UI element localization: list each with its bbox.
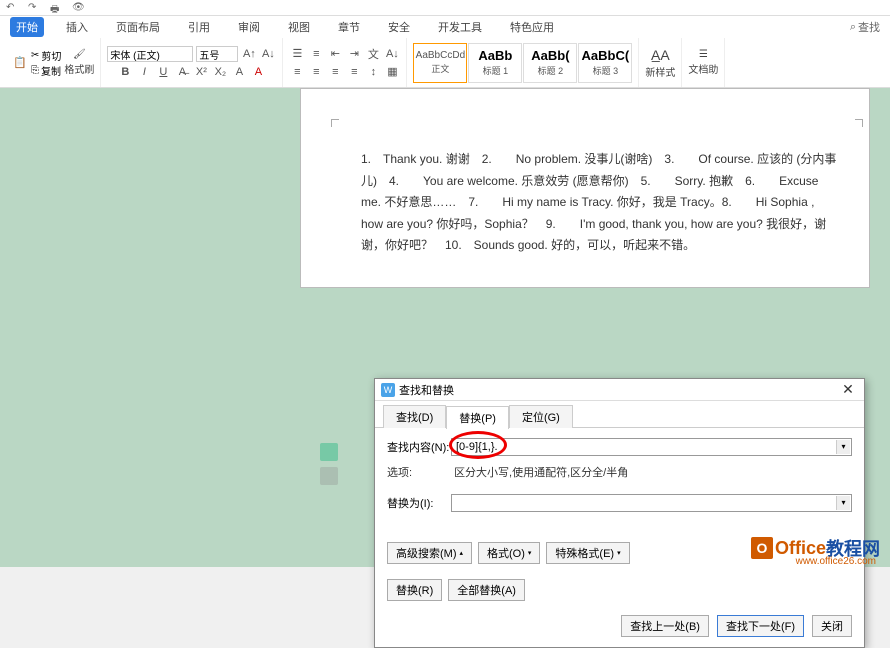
- underline-icon[interactable]: U: [155, 64, 171, 80]
- chevron-up-icon: ▴: [460, 549, 464, 557]
- preview-icon[interactable]: 👁: [72, 2, 84, 14]
- increase-font-icon[interactable]: A↑: [241, 46, 257, 62]
- back-icon[interactable]: ↶: [6, 2, 18, 14]
- highlight-icon[interactable]: A: [231, 64, 247, 80]
- doc-assist-button[interactable]: ☰ 文档助: [688, 49, 718, 76]
- sort-icon[interactable]: A↓: [384, 46, 400, 62]
- format-painter-button[interactable]: 🖌 格式刷: [64, 49, 94, 76]
- dialog-titlebar[interactable]: W 查找和替换 ✕: [375, 379, 864, 401]
- replace-all-button[interactable]: 全部替换(A): [448, 579, 525, 601]
- dialog-tab-find[interactable]: 查找(D): [383, 405, 446, 428]
- style-gallery[interactable]: AaBbCcDd 正文 AaBb 标题 1 AaBb( 标题 2 AaBbC( …: [413, 43, 632, 83]
- tab-feature[interactable]: 特色应用: [504, 17, 560, 37]
- doc-assist-icon: ☰: [699, 49, 708, 60]
- tab-review[interactable]: 审阅: [232, 17, 266, 37]
- options-value: 区分大小写,使用通配符,区分全/半角: [454, 467, 628, 479]
- side-tool-1[interactable]: [320, 443, 338, 461]
- tab-security[interactable]: 安全: [382, 17, 416, 37]
- italic-icon[interactable]: I: [136, 64, 152, 80]
- text-icon[interactable]: 文: [365, 46, 381, 62]
- find-next-button[interactable]: 查找下一处(F): [717, 615, 804, 637]
- shading-icon[interactable]: ▦: [384, 64, 400, 80]
- forward-icon[interactable]: ↷: [28, 2, 40, 14]
- document-area: 1. Thank you. 谢谢 2. No problem. 没事儿(谢啥) …: [0, 88, 890, 567]
- find-prev-button[interactable]: 查找上一处(B): [621, 615, 709, 637]
- paste-icon[interactable]: 📋: [12, 55, 28, 71]
- search-label: 查找: [858, 19, 880, 35]
- tab-start[interactable]: 开始: [10, 17, 44, 37]
- search-box[interactable]: ⌕ 查找: [850, 19, 880, 35]
- indent-dec-icon[interactable]: ⇤: [327, 46, 343, 62]
- format-button[interactable]: 格式(O)▾: [478, 542, 540, 564]
- style-h3[interactable]: AaBbC( 标题 3: [578, 43, 632, 83]
- office-logo-icon: O: [751, 537, 773, 559]
- side-tools: [320, 443, 338, 485]
- cut-icon[interactable]: ✂: [31, 50, 39, 61]
- margin-corner-icon: [331, 119, 339, 127]
- style-h2[interactable]: AaBb( 标题 2: [523, 43, 577, 83]
- quick-access-toolbar: ↶ ↷ 🖶 👁: [0, 0, 890, 16]
- replace-with-label: 替换为(I):: [387, 495, 451, 511]
- new-style-icon: A̲A: [651, 47, 670, 63]
- margin-corner-r-icon: [855, 119, 863, 127]
- font-name-select[interactable]: 宋体 (正文): [107, 46, 193, 62]
- replace-button[interactable]: 替换(R): [387, 579, 442, 601]
- dialog-tab-goto[interactable]: 定位(G): [509, 405, 573, 428]
- align-left-icon[interactable]: ≡: [289, 64, 305, 80]
- copy-label: 复制: [41, 63, 61, 78]
- align-right-icon[interactable]: ≡: [327, 64, 343, 80]
- close-icon[interactable]: ✕: [838, 381, 858, 398]
- align-center-icon[interactable]: ≡: [308, 64, 324, 80]
- print-icon[interactable]: 🖶: [50, 2, 62, 14]
- dialog-title: 查找和替换: [399, 382, 454, 398]
- tab-view[interactable]: 视图: [282, 17, 316, 37]
- dialog-icon: W: [381, 383, 395, 397]
- tab-layout[interactable]: 页面布局: [110, 17, 166, 37]
- copy-icon[interactable]: ⎘: [31, 65, 39, 76]
- close-button[interactable]: 关闭: [812, 615, 852, 637]
- dialog-tab-replace[interactable]: 替换(P): [446, 406, 509, 429]
- document-body-text[interactable]: 1. Thank you. 谢谢 2. No problem. 没事儿(谢啥) …: [361, 149, 839, 257]
- style-normal[interactable]: AaBbCcDd 正文: [413, 43, 467, 83]
- find-content-label: 查找内容(N):: [387, 439, 451, 455]
- tab-dev[interactable]: 开发工具: [432, 17, 488, 37]
- decrease-font-icon[interactable]: A↓: [260, 46, 276, 62]
- font-color-icon[interactable]: A: [250, 64, 266, 80]
- options-label: 选项:: [387, 464, 437, 480]
- special-format-button[interactable]: 特殊格式(E)▾: [546, 542, 629, 564]
- dialog-tabs: 查找(D) 替换(P) 定位(G): [375, 401, 864, 428]
- brush-icon: 🖌: [73, 49, 86, 60]
- indent-inc-icon[interactable]: ⇥: [346, 46, 362, 62]
- new-style-button[interactable]: A̲A 新样式: [645, 47, 675, 79]
- superscript-icon[interactable]: X²: [193, 64, 209, 80]
- tab-reference[interactable]: 引用: [182, 17, 216, 37]
- watermark-url: www.office26.com: [796, 556, 876, 567]
- list-number-icon[interactable]: ≡: [308, 46, 324, 62]
- find-content-input[interactable]: [0-9]{1,}. ▾: [451, 438, 852, 456]
- chevron-down-icon[interactable]: ▾: [836, 496, 850, 510]
- align-justify-icon[interactable]: ≡: [346, 64, 362, 80]
- side-tool-2[interactable]: [320, 467, 338, 485]
- line-spacing-icon[interactable]: ↕: [365, 64, 381, 80]
- ribbon: 📋 ✂剪切 ⎘复制 🖌 格式刷 宋体 (正文) 五号 A↑ A↓ B I U A…: [0, 38, 890, 88]
- font-size-select[interactable]: 五号: [196, 46, 238, 62]
- replace-with-input[interactable]: ▾: [451, 494, 852, 512]
- find-replace-dialog: W 查找和替换 ✕ 查找(D) 替换(P) 定位(G) 查找内容(N): [0-…: [374, 378, 865, 648]
- bold-icon[interactable]: B: [117, 64, 133, 80]
- list-bullet-icon[interactable]: ☰: [289, 46, 305, 62]
- cut-label: 剪切: [41, 48, 61, 63]
- format-painter-label: 格式刷: [64, 61, 94, 76]
- subscript-icon[interactable]: X₂: [212, 64, 228, 80]
- chevron-down-icon[interactable]: ▾: [836, 440, 850, 454]
- chevron-down-icon: ▾: [528, 549, 532, 557]
- tab-section[interactable]: 章节: [332, 17, 366, 37]
- tab-insert[interactable]: 插入: [60, 17, 94, 37]
- chevron-down-icon: ▾: [617, 549, 621, 557]
- menu-bar: 开始 插入 页面布局 引用 审阅 视图 章节 安全 开发工具 特色应用 ⌕ 查找: [0, 16, 890, 38]
- search-icon: ⌕: [850, 21, 856, 34]
- document-page[interactable]: 1. Thank you. 谢谢 2. No problem. 没事儿(谢啥) …: [300, 88, 870, 288]
- style-h1[interactable]: AaBb 标题 1: [468, 43, 522, 83]
- advanced-search-button[interactable]: 高级搜索(M)▴: [387, 542, 472, 564]
- strike-icon[interactable]: A̶: [174, 64, 190, 80]
